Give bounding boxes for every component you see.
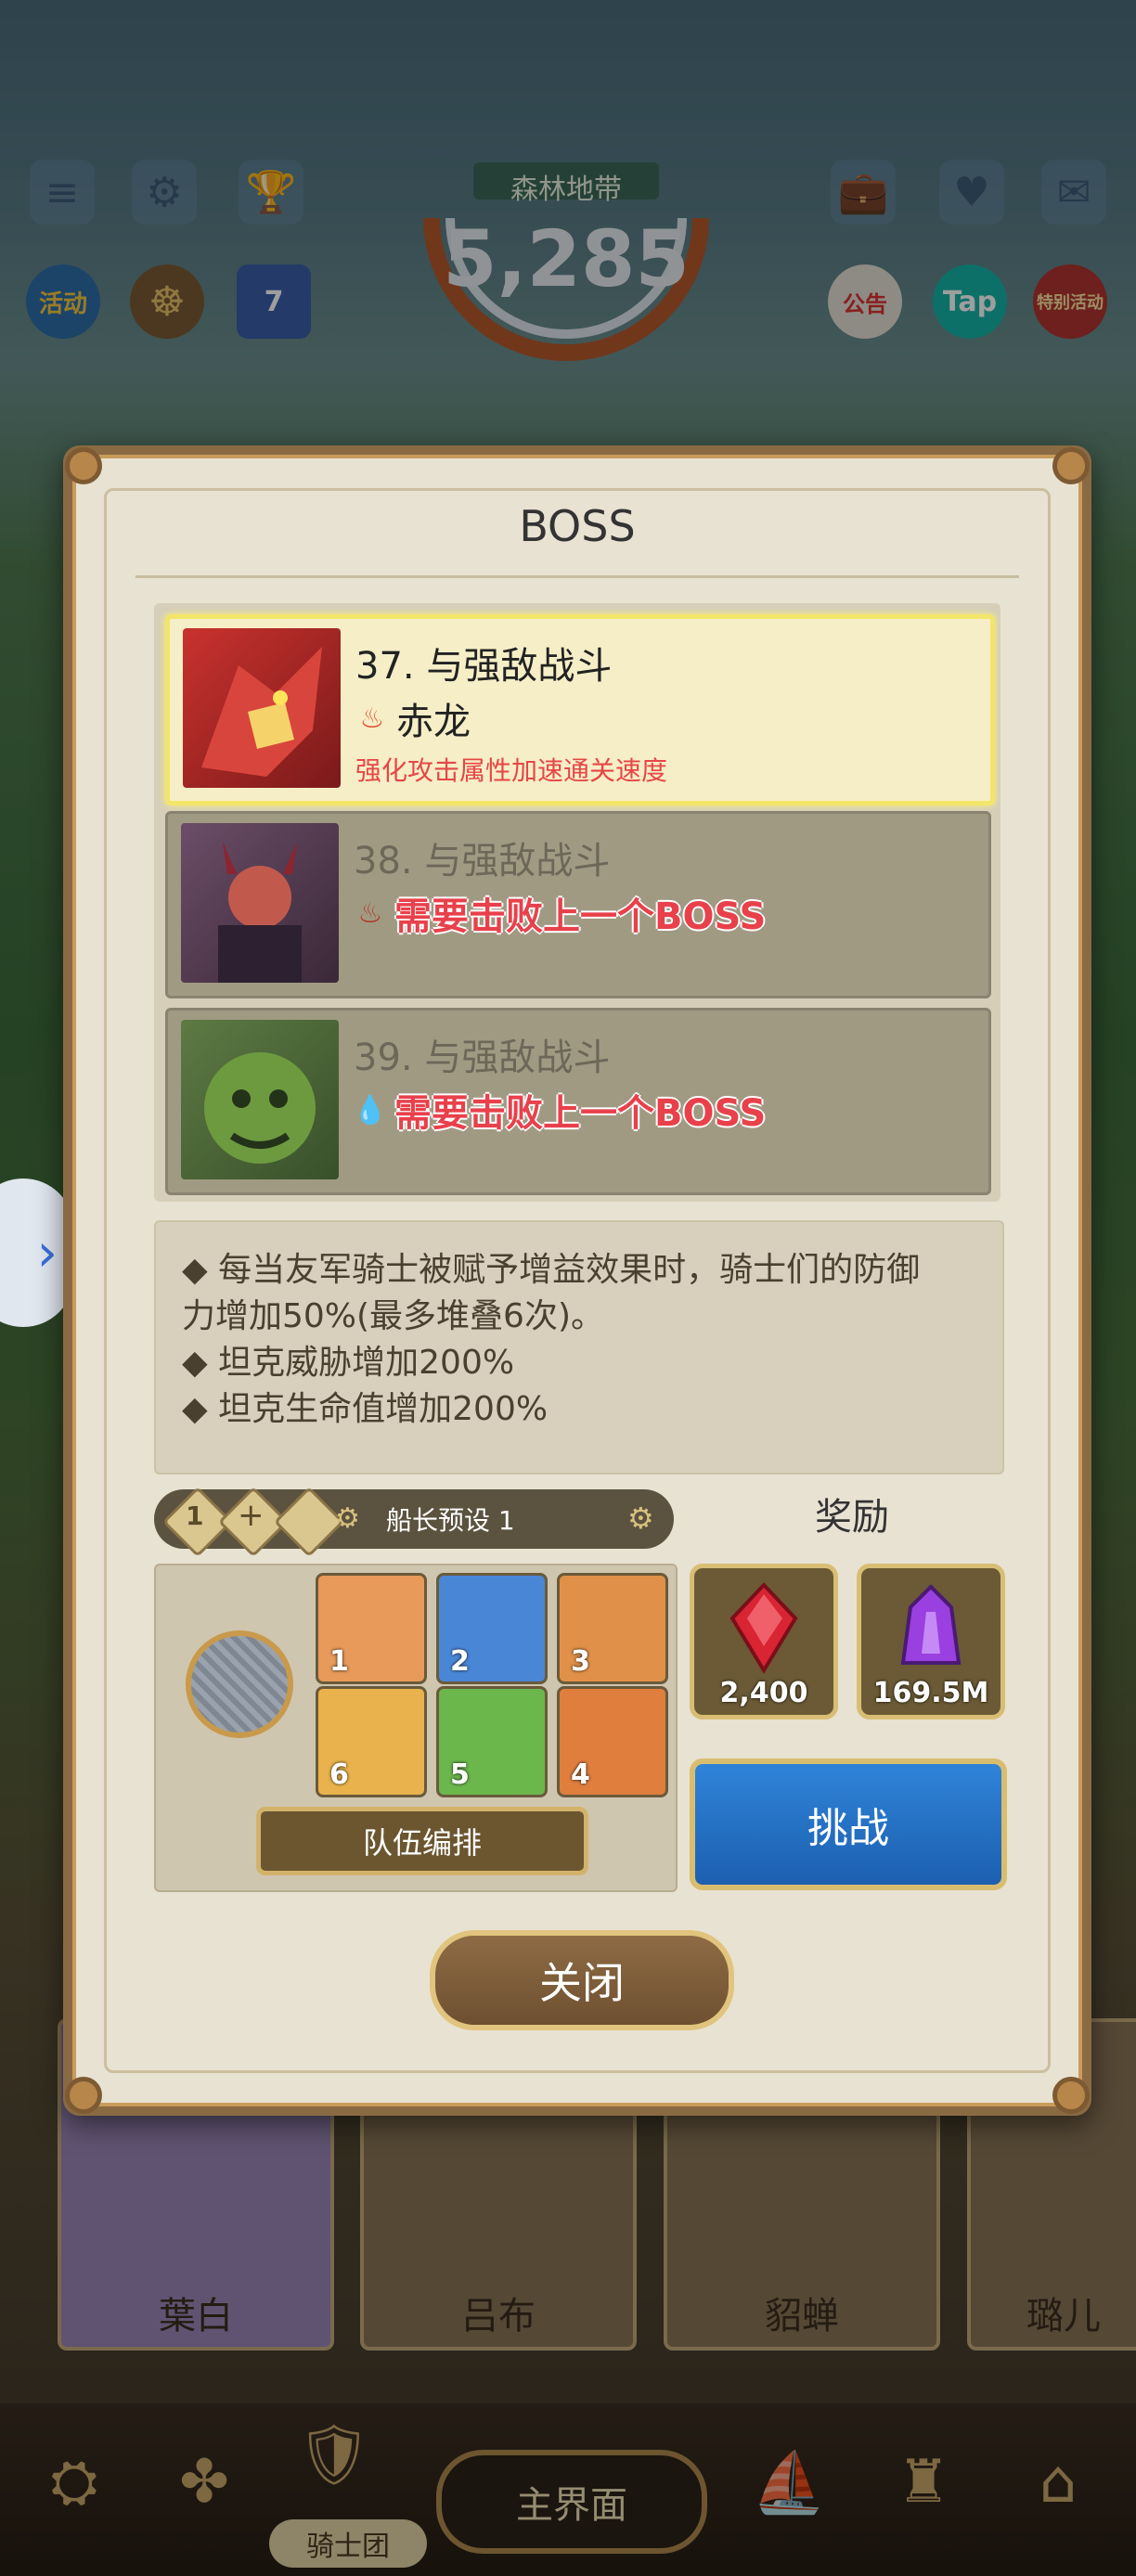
team-hero[interactable]: 6 xyxy=(316,1686,427,1797)
challenge-button[interactable]: 挑战 xyxy=(690,1758,1007,1890)
purple-crystal-icon xyxy=(900,1584,962,1665)
plus-icon: + xyxy=(238,1497,265,1534)
team-hero[interactable]: 4 xyxy=(557,1686,668,1797)
boss-name: 37. 与强敌战斗 xyxy=(355,645,613,688)
boss-row-37[interactable]: 37. 与强敌战斗 ♨ 赤龙 强化攻击属性加速通关速度 xyxy=(165,614,995,805)
boss-list: 37. 与强敌战斗 ♨ 赤龙 强化攻击属性加速通关速度 38. 与强敌战斗 ♨ … xyxy=(154,603,1000,1202)
reward-purple-crystal[interactable]: 169.5M xyxy=(857,1564,1005,1719)
corner-ornament xyxy=(65,2077,102,2114)
corner-ornament xyxy=(1052,447,1090,484)
boss-subtitle: ♨ 需要击败上一个BOSS xyxy=(354,886,767,940)
boss-modal: BOSS 37. 与强敌战斗 ♨ 赤龙 强化攻击属性加速通关速度 38. 与强敌… xyxy=(63,445,1091,2116)
boss-effects-box: ◆ 每当友军骑士被赋予增益效果时，骑士们的防御 力增加50%(最多堆叠6次)。 … xyxy=(154,1220,1004,1475)
preset-slot-3[interactable] xyxy=(273,1486,345,1558)
boss-title: 赤龙 xyxy=(396,701,471,743)
water-element-icon: 💧 xyxy=(353,1093,388,1127)
reward-title: 奖励 xyxy=(815,1496,889,1539)
effect-line: ◆ 每当友军骑士被赋予增益效果时，骑士们的防御 xyxy=(182,1251,921,1289)
title-divider xyxy=(136,575,1019,578)
boss-row-39[interactable]: 39. 与强敌战斗 💧 需要击败上一个BOSS xyxy=(165,1008,991,1195)
locked-message: 需要击败上一个BOSS xyxy=(394,1092,767,1135)
team-hero[interactable]: 2 xyxy=(436,1573,548,1684)
effect-line: 力增加50%(最多堆叠6次)。 xyxy=(182,1297,605,1335)
boss-subtitle: ♨ 赤龙 xyxy=(355,691,471,745)
captain-preset-bar[interactable]: 1 + ⚙ 船长预设 1 ⚙ xyxy=(154,1486,674,1558)
red-gem-icon xyxy=(729,1582,798,1674)
team-formation-box: 1 2 3 6 5 4 队伍编排 xyxy=(154,1564,678,1892)
preset-label: 船长预设 1 xyxy=(386,1505,515,1536)
modal-title: BOSS xyxy=(519,501,636,551)
fire-element-icon: ♨ xyxy=(357,896,383,930)
reward-amount: 169.5M xyxy=(872,1677,989,1709)
reward-red-gem[interactable]: 2,400 xyxy=(690,1564,838,1719)
boss-name: 39. 与强敌战斗 xyxy=(354,1037,611,1079)
team-hero[interactable]: 3 xyxy=(557,1573,668,1684)
reward-amount: 2,400 xyxy=(719,1677,808,1709)
corner-ornament xyxy=(65,447,102,484)
demon-girl-portrait xyxy=(181,823,339,983)
team-hero[interactable]: 5 xyxy=(436,1686,548,1797)
locked-message: 需要击败上一个BOSS xyxy=(394,895,767,938)
formation-button[interactable]: 队伍编排 xyxy=(256,1807,588,1875)
boss-row-38[interactable]: 38. 与强敌战斗 ♨ 需要击败上一个BOSS xyxy=(165,811,991,998)
boss-subtitle: 💧 需要击败上一个BOSS xyxy=(353,1083,767,1137)
effect-line: ◆ 坦克生命值增加200% xyxy=(182,1390,549,1428)
team-hero[interactable]: 1 xyxy=(316,1573,427,1684)
boss-name: 38. 与强敌战斗 xyxy=(354,840,611,882)
captain-slot[interactable] xyxy=(186,1630,293,1738)
close-button[interactable]: 关闭 xyxy=(430,1930,734,2030)
corner-ornament xyxy=(1052,2077,1090,2114)
red-dragon-portrait xyxy=(183,628,341,788)
gear-icon: ⚙ xyxy=(335,1502,360,1535)
plant-beast-portrait xyxy=(181,1020,339,1179)
effect-line: ◆ 坦克威胁增加200% xyxy=(182,1344,515,1382)
preset-slot-number: 1 xyxy=(186,1501,204,1531)
preset-settings-icon[interactable]: ⚙ xyxy=(627,1501,654,1536)
boss-hint: 强化攻击属性加速通关速度 xyxy=(355,755,668,786)
fire-element-icon: ♨ xyxy=(359,702,385,735)
